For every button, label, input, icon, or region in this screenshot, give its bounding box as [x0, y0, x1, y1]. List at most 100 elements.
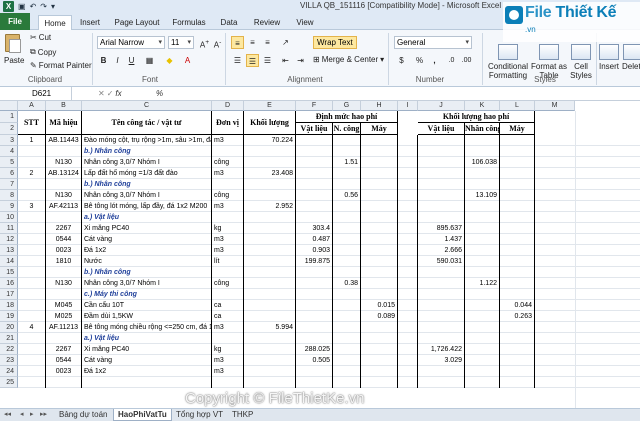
column-header[interactable]: K: [465, 101, 500, 111]
cell-d[interactable]: [212, 179, 244, 190]
cell-l[interactable]: [500, 179, 535, 190]
grow-font-icon[interactable]: A+: [198, 36, 211, 50]
underline-button[interactable]: U: [125, 54, 138, 67]
cell-h[interactable]: [361, 267, 398, 278]
cell-e[interactable]: [244, 311, 296, 322]
cell-j[interactable]: 1,726.422: [418, 344, 465, 355]
cell-d[interactable]: m3: [212, 245, 244, 256]
cell-h[interactable]: [361, 179, 398, 190]
cell-l[interactable]: [500, 157, 535, 168]
cell-l[interactable]: 0.044: [500, 300, 535, 311]
cell-g[interactable]: [333, 256, 361, 267]
font-name-select[interactable]: Arial Narrow: [97, 36, 165, 49]
row-header[interactable]: 23: [0, 355, 18, 366]
cell-g[interactable]: [333, 223, 361, 234]
cell-a[interactable]: [18, 234, 46, 245]
row-header[interactable]: 9: [0, 201, 18, 212]
bold-button[interactable]: B: [97, 54, 110, 67]
row-header[interactable]: 18: [0, 300, 18, 311]
cell-b[interactable]: [46, 179, 82, 190]
cell-b[interactable]: 2267: [46, 344, 82, 355]
font-size-select[interactable]: 11: [168, 36, 194, 49]
cell-a[interactable]: [18, 223, 46, 234]
cell-h[interactable]: [361, 344, 398, 355]
cell-f[interactable]: [296, 267, 333, 278]
cell-j[interactable]: 895.637: [418, 223, 465, 234]
align-left-icon[interactable]: ☰: [231, 54, 244, 67]
cell-g[interactable]: [333, 179, 361, 190]
cell-d[interactable]: công: [212, 157, 244, 168]
cell-l[interactable]: [500, 278, 535, 289]
wrap-text-button[interactable]: Wrap Text: [313, 36, 357, 49]
row-header[interactable]: 14: [0, 256, 18, 267]
tab-review[interactable]: Review: [250, 15, 284, 30]
cell-c[interactable]: Xi măng PC40: [82, 344, 212, 355]
cell-h[interactable]: [361, 289, 398, 300]
cell-a[interactable]: [18, 333, 46, 344]
cell-b[interactable]: N130: [46, 278, 82, 289]
cell-h[interactable]: [361, 256, 398, 267]
cell-g[interactable]: [333, 289, 361, 300]
cell-d[interactable]: m3: [212, 366, 244, 377]
cell-j[interactable]: 2.666: [418, 245, 465, 256]
cell-f[interactable]: 0.903: [296, 245, 333, 256]
customize-toolbar-icon[interactable]: ▾: [51, 2, 55, 11]
merge-center-button[interactable]: ⊞ Merge & Center ▾: [313, 55, 384, 64]
spreadsheet-grid[interactable]: A B C D E F G H I J K L M 1 2 STT Mã hiệu Tên công tác / …: [0, 101, 640, 408]
cell-b[interactable]: AF.11213: [46, 322, 82, 333]
column-header[interactable]: I: [398, 101, 418, 111]
cell-e[interactable]: [244, 234, 296, 245]
cell-d[interactable]: ca: [212, 300, 244, 311]
cell-l[interactable]: [500, 212, 535, 223]
cell-e[interactable]: 5.994: [244, 322, 296, 333]
cell-j[interactable]: [418, 146, 465, 157]
cell-g[interactable]: [333, 322, 361, 333]
cell-a[interactable]: [18, 311, 46, 322]
cell-e[interactable]: 23.408: [244, 168, 296, 179]
cell-d[interactable]: kg: [212, 223, 244, 234]
cell-c[interactable]: a.) Vật liệu: [82, 333, 212, 344]
cell-j[interactable]: [418, 157, 465, 168]
cell-e[interactable]: [244, 157, 296, 168]
cell-b[interactable]: 0023: [46, 366, 82, 377]
align-center-icon[interactable]: ☰: [246, 54, 259, 67]
cell-a[interactable]: 4: [18, 322, 46, 333]
cell-a[interactable]: [18, 212, 46, 223]
tab-file[interactable]: File: [0, 13, 30, 30]
cell-j[interactable]: [418, 168, 465, 179]
paste-button[interactable]: Paste: [4, 56, 24, 65]
cell-e[interactable]: [244, 355, 296, 366]
undo-icon[interactable]: ↶: [30, 2, 37, 11]
cell-f[interactable]: [296, 168, 333, 179]
column-header[interactable]: B: [46, 101, 82, 111]
cell-k[interactable]: [465, 135, 500, 146]
cell-a[interactable]: [18, 146, 46, 157]
cell-d[interactable]: m3: [212, 234, 244, 245]
cancel-icon[interactable]: ✕: [98, 89, 105, 98]
italic-button[interactable]: I: [111, 54, 124, 67]
cell-a[interactable]: [18, 344, 46, 355]
column-header[interactable]: C: [82, 101, 212, 111]
cell-a[interactable]: [18, 278, 46, 289]
shrink-font-icon[interactable]: A-: [211, 36, 224, 50]
cell-f[interactable]: [296, 201, 333, 212]
cell-b[interactable]: AB.13124: [46, 168, 82, 179]
cell-e[interactable]: [244, 289, 296, 300]
cell-f[interactable]: [296, 278, 333, 289]
enter-icon[interactable]: ✓: [107, 89, 114, 98]
cell-g[interactable]: [333, 212, 361, 223]
cell-g[interactable]: [333, 355, 361, 366]
cell-c[interactable]: Đào móng cột, trụ rộng >1m, sâu >1m, đất: [82, 135, 212, 146]
row-header[interactable]: 12: [0, 234, 18, 245]
cell-b[interactable]: [46, 377, 82, 388]
cell-k[interactable]: [465, 146, 500, 157]
cell-c[interactable]: Lấp đất hố móng =1/3 đất đào: [82, 168, 212, 179]
cell-k[interactable]: [465, 344, 500, 355]
cell-d[interactable]: m3: [212, 135, 244, 146]
cell-h[interactable]: [361, 333, 398, 344]
cell-g[interactable]: [333, 300, 361, 311]
cell-b[interactable]: [46, 267, 82, 278]
cell-d[interactable]: [212, 146, 244, 157]
cell-h[interactable]: [361, 146, 398, 157]
cell-j[interactable]: [418, 278, 465, 289]
